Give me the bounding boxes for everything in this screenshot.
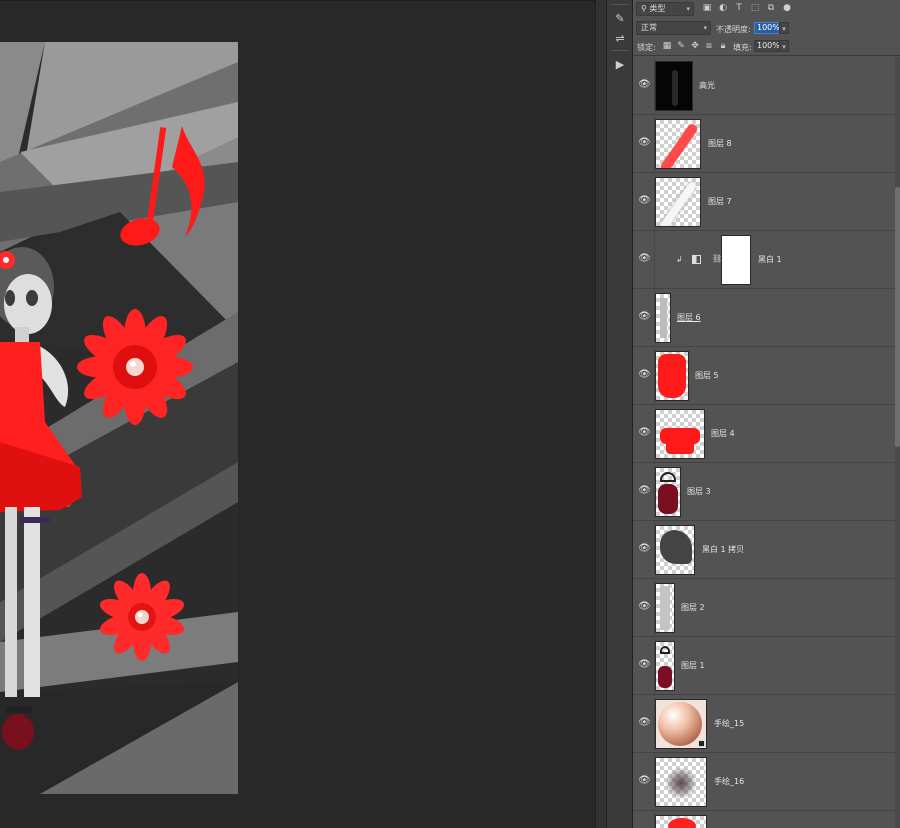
collapsed-panel-column: ✎ ⇌ ▶ (607, 0, 633, 828)
layer-row[interactable]: 👁︎ 手绘_15 (633, 695, 895, 753)
eye-icon[interactable]: 👁︎ (638, 138, 651, 148)
layers-panel-header: ⚲ 类型 ▾ ▣ ◐ T ⬚ ⧉ ● 正常 ▾ 不透明度: 100% ▾ 锁定:… (633, 0, 900, 56)
layer-thumbnail (655, 293, 671, 343)
filter-kind-label: 类型 (649, 4, 666, 13)
fill-label: 填充: (733, 43, 752, 52)
smart-object-filter-icon[interactable]: ⧉ (765, 2, 777, 14)
lock-artboard-icon[interactable]: ⧈ (703, 40, 715, 52)
eye-icon[interactable]: 👁︎ (638, 544, 651, 554)
adjustment-filter-icon[interactable]: ◐ (717, 2, 729, 14)
lock-label: 锁定: (637, 43, 656, 52)
eye-column-divider (654, 231, 655, 288)
layer-row[interactable]: 👁︎ 图层 3 (633, 463, 895, 521)
layer-thumbnail (655, 119, 701, 169)
document-canvas[interactable] (0, 42, 238, 794)
layer-row[interactable]: 👁︎ 图层 1 (633, 637, 895, 695)
layer-thumbnail (655, 351, 689, 401)
eye-icon[interactable]: 👁︎ (638, 196, 651, 206)
scrollbar-thumb[interactable] (895, 187, 900, 447)
layer-thumbnail (655, 525, 695, 575)
adjustments-icon[interactable]: ⇌ (610, 29, 630, 47)
layers-panel: ⚲ 类型 ▾ ▣ ◐ T ⬚ ⧉ ● 正常 ▾ 不透明度: 100% ▾ 锁定:… (633, 0, 900, 828)
layer-row[interactable]: 👁︎ (633, 811, 895, 828)
toggle-filter-icon[interactable]: ● (781, 2, 793, 14)
layer-name: 图层 6 (677, 313, 701, 322)
lock-transparent-icon[interactable]: ▦ (661, 40, 673, 52)
lock-position-icon[interactable]: ✥ (689, 40, 701, 52)
lock-image-icon[interactable]: ✎ (675, 40, 687, 52)
chevron-down-icon: ▾ (686, 5, 690, 13)
layer-name: 手绘_16 (714, 777, 745, 786)
chevron-down-icon: ▾ (703, 24, 707, 32)
fill-dropdown-icon[interactable]: ▾ (779, 40, 789, 52)
layer-row[interactable]: 👁︎ ↲ ⛓︎ 黑白 1 (633, 231, 895, 289)
layer-thumbnail (655, 467, 681, 517)
layer-name: 高光 (699, 81, 715, 90)
layer-row[interactable]: 👁︎ 手绘_16 (633, 753, 895, 811)
layer-thumbnail (655, 583, 675, 633)
layer-thumbnail (655, 757, 707, 807)
layer-row[interactable]: 👁︎ 高光 (633, 57, 895, 115)
eye-icon[interactable]: 👁︎ (638, 776, 651, 786)
eye-icon[interactable]: 👁︎ (638, 254, 651, 264)
opacity-dropdown-icon[interactable]: ▾ (779, 22, 789, 34)
layer-row[interactable]: 👁︎ 图层 6 (633, 289, 895, 347)
filter-kind-select[interactable]: ⚲ 类型 ▾ (636, 2, 694, 16)
artwork (0, 42, 238, 794)
layer-row[interactable]: 👁︎ 黑白 1 拷贝 (633, 521, 895, 579)
eye-icon[interactable]: 👁︎ (638, 602, 651, 612)
history-icon[interactable]: ✎ (610, 9, 630, 27)
workspace-top-border (0, 0, 595, 1)
eye-icon[interactable]: 👁︎ (638, 312, 651, 322)
blend-mode-select[interactable]: 正常 ▾ (636, 21, 711, 35)
eye-icon[interactable]: 👁︎ (638, 80, 651, 90)
layer-thumbnail (655, 177, 701, 227)
layer-thumbnail (655, 815, 707, 828)
layer-name: 图层 1 (681, 661, 705, 670)
eye-icon[interactable]: 👁︎ (638, 370, 651, 380)
layer-row[interactable]: 👁︎ 图层 8 (633, 115, 895, 173)
layer-name: 图层 3 (687, 487, 711, 496)
play-action-icon[interactable]: ▶ (610, 55, 630, 73)
layer-name: 图层 5 (695, 371, 719, 380)
layer-row[interactable]: 👁︎ 图层 4 (633, 405, 895, 463)
layer-name: 图层 7 (708, 197, 732, 206)
canvas-workspace[interactable] (0, 0, 595, 828)
layer-row[interactable]: 👁︎ 图层 7 (633, 173, 895, 231)
layer-name: 图层 8 (708, 139, 732, 148)
layer-thumbnail (655, 409, 705, 459)
black-white-adjustment-icon[interactable] (692, 255, 701, 264)
eye-icon[interactable]: 👁︎ (638, 660, 651, 670)
opacity-label: 不透明度: (716, 25, 751, 34)
column-grip (611, 4, 629, 5)
eye-icon[interactable]: 👁︎ (638, 486, 651, 496)
shape-filter-icon[interactable]: ⬚ (749, 2, 761, 14)
lock-all-icon[interactable]: 🔒︎ (717, 40, 729, 52)
image-filter-icon[interactable]: ▣ (701, 2, 713, 14)
smart-object-badge-icon (698, 740, 705, 747)
column-separator (611, 50, 629, 51)
layer-name: 图层 4 (711, 429, 735, 438)
layers-scrollbar[interactable] (895, 57, 900, 828)
layer-list[interactable]: 👁︎ 高光 👁︎ 图层 8 👁︎ 图层 7 � (633, 57, 895, 828)
clipping-mask-icon: ↲ (676, 255, 683, 264)
blend-mode-value: 正常 (641, 23, 657, 32)
layer-name: 手绘_15 (714, 719, 745, 728)
layer-row[interactable]: 👁︎ 图层 2 (633, 579, 895, 637)
eye-icon[interactable]: 👁︎ (638, 428, 651, 438)
layer-name: 黑白 1 (758, 255, 782, 264)
layer-row[interactable]: 👁︎ 图层 5 (633, 347, 895, 405)
layer-mask-thumbnail[interactable] (721, 235, 751, 285)
layer-name: 图层 2 (681, 603, 705, 612)
type-filter-icon[interactable]: T (733, 2, 745, 14)
layer-thumbnail (655, 641, 675, 691)
layer-thumbnail (655, 61, 693, 111)
search-icon: ⚲ (641, 4, 647, 13)
layer-name: 黑白 1 拷贝 (702, 545, 745, 554)
panel-divider[interactable] (595, 0, 607, 828)
layer-thumbnail (655, 699, 707, 749)
eye-icon[interactable]: 👁︎ (638, 718, 651, 728)
